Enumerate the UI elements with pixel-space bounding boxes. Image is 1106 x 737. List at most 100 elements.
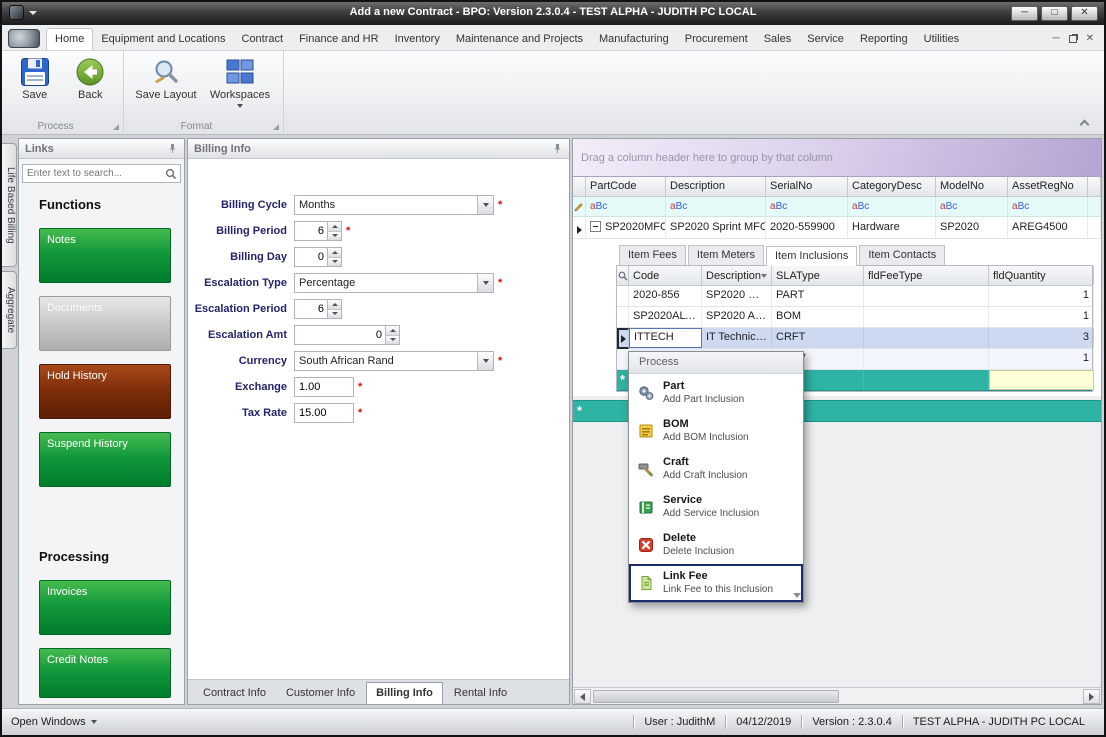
titlebar-caret-down-icon[interactable] xyxy=(29,10,37,15)
scroll-left-button[interactable] xyxy=(574,689,591,704)
master-row[interactable]: SP2020MFC SP2020 Sprint MFC 2020-559900 … xyxy=(573,217,1101,239)
cell-fldquantity[interactable]: 3 xyxy=(989,328,1094,348)
spinner-down-icon[interactable] xyxy=(386,335,399,344)
billing-period-stepper[interactable] xyxy=(294,221,342,241)
mdi-close-icon[interactable]: ✕ xyxy=(1086,34,1094,44)
back-button[interactable]: Back xyxy=(66,55,116,119)
cell-fldquantity[interactable]: 1 xyxy=(989,286,1094,306)
menu-item-craft[interactable]: Craft Add Craft Inclusion xyxy=(629,450,803,488)
menu-scroll-down-icon[interactable] xyxy=(793,593,801,598)
pin-icon[interactable] xyxy=(167,143,178,154)
filter-cell-categorydesc[interactable]: aBc xyxy=(848,197,936,216)
ribbon-tab-utilities[interactable]: Utilities xyxy=(916,29,967,50)
close-button[interactable]: ✕ xyxy=(1071,6,1098,21)
billing-period-input[interactable] xyxy=(295,222,327,240)
scrollbar-thumb[interactable] xyxy=(593,690,839,703)
ribbon-tab-procurement[interactable]: Procurement xyxy=(677,29,756,50)
escalation-amt-input[interactable] xyxy=(295,326,385,344)
cell-description[interactable]: SP2020 Drum xyxy=(702,286,772,306)
cell-modelno[interactable]: SP2020 xyxy=(936,217,1008,238)
spinner-down-icon[interactable] xyxy=(328,309,341,318)
cell-description[interactable]: SP2020 Sprint MFC xyxy=(666,217,766,238)
column-header-categorydesc[interactable]: CategoryDesc xyxy=(848,177,936,196)
ribbon-tab-home[interactable]: Home xyxy=(46,28,94,50)
filter-dropdown-icon[interactable] xyxy=(761,273,768,278)
menu-item-delete[interactable]: Delete Delete Inclusion xyxy=(629,526,803,564)
invoices-button[interactable]: Invoices xyxy=(39,580,171,635)
cell-fldfeetype[interactable] xyxy=(864,370,989,390)
column-header-code[interactable]: Code xyxy=(629,266,702,285)
column-header-fldfeetype[interactable]: fldFeeType xyxy=(864,266,989,285)
ribbon-tab-sales[interactable]: Sales xyxy=(756,29,800,50)
cell-fldquantity[interactable]: 1 xyxy=(989,307,1094,327)
group-by-panel[interactable]: Drag a column header here to group by th… xyxy=(573,139,1101,177)
cell-code-editing[interactable]: ITTECH xyxy=(629,328,702,348)
credit-notes-button[interactable]: Credit Notes xyxy=(39,648,171,698)
exchange-input[interactable] xyxy=(294,377,354,397)
tax-rate-input[interactable] xyxy=(294,403,354,423)
pin-icon[interactable] xyxy=(552,143,563,154)
cell-assetregno[interactable]: AREG4500 xyxy=(1008,217,1088,238)
column-header-assetregno[interactable]: AssetRegNo xyxy=(1008,177,1088,196)
cell-slatype[interactable]: CRFT xyxy=(772,328,864,348)
cell-fldquantity[interactable] xyxy=(989,370,1094,390)
save-button[interactable]: Save xyxy=(10,55,60,119)
tab-item-inclusions[interactable]: Item Inclusions xyxy=(765,246,858,266)
cell-slatype[interactable]: PART xyxy=(772,286,864,306)
mdi-minimize-icon[interactable]: ─ xyxy=(1053,34,1060,44)
ribbon-tab-reporting[interactable]: Reporting xyxy=(852,29,916,50)
column-header-modelno[interactable]: ModelNo xyxy=(936,177,1008,196)
collapse-detail-icon[interactable] xyxy=(590,221,601,232)
cell-fldfeetype[interactable] xyxy=(864,307,989,327)
column-header-slatype[interactable]: SLAType xyxy=(772,266,864,285)
hold-history-button[interactable]: Hold History xyxy=(39,364,171,419)
currency-dropdown-button[interactable] xyxy=(477,352,493,370)
cell-fldfeetype[interactable] xyxy=(864,286,989,306)
ribbon-tab-manufacturing[interactable]: Manufacturing xyxy=(591,29,677,50)
tab-contract-info[interactable]: Contract Info xyxy=(194,683,275,704)
menu-item-part[interactable]: Part Add Part Inclusion xyxy=(629,374,803,412)
billing-day-stepper[interactable] xyxy=(294,247,342,267)
filter-cell-modelno[interactable]: aBc xyxy=(936,197,1008,216)
sidetab-life-based-billing[interactable]: Life Based Billing xyxy=(2,143,17,267)
column-header-serialno[interactable]: SerialNo xyxy=(766,177,848,196)
documents-button[interactable]: Documents xyxy=(39,296,171,351)
spinner-up-icon[interactable] xyxy=(386,326,399,336)
spinner-down-icon[interactable] xyxy=(328,257,341,266)
column-header-partcode[interactable]: PartCode xyxy=(586,177,666,196)
spinner-down-icon[interactable] xyxy=(328,231,341,240)
escalation-period-input[interactable] xyxy=(295,300,327,318)
column-header-description[interactable]: Description xyxy=(666,177,766,196)
detail-row[interactable]: 2020-856 SP2020 Drum PART 1 xyxy=(617,286,1094,307)
column-header-fldquantity[interactable]: fldQuantity xyxy=(989,266,1094,285)
save-layout-button[interactable]: Save Layout xyxy=(132,55,200,119)
cell-serialno[interactable]: 2020-559900 xyxy=(766,217,848,238)
cell-description[interactable]: SP2020 Alternat... xyxy=(702,307,772,327)
search-icon[interactable] xyxy=(165,168,177,180)
filter-type-icon[interactable]: aBc xyxy=(770,201,787,212)
cell-categorydesc[interactable]: Hardware xyxy=(848,217,936,238)
ribbon-tab-service[interactable]: Service xyxy=(799,29,852,50)
escalation-type-dropdown-button[interactable] xyxy=(477,274,493,292)
ribbon-tab-maintenance-and-projects[interactable]: Maintenance and Projects xyxy=(448,29,591,50)
suspend-history-button[interactable]: Suspend History xyxy=(39,432,171,487)
escalation-period-stepper[interactable] xyxy=(294,299,342,319)
tab-billing-info[interactable]: Billing Info xyxy=(366,682,443,704)
detail-row-selected[interactable]: ITTECH IT Technician CRFT 3 xyxy=(617,328,1094,349)
cell-fldquantity[interactable]: 1 xyxy=(989,349,1094,369)
spinner-up-icon[interactable] xyxy=(328,248,341,258)
filter-cell-partcode[interactable]: aBc xyxy=(586,197,666,216)
cell-partcode[interactable]: SP2020MFC xyxy=(586,217,666,238)
tab-item-meters[interactable]: Item Meters xyxy=(687,245,764,265)
escalation-amt-stepper[interactable] xyxy=(294,325,400,345)
cell-code[interactable]: 2020-856 xyxy=(629,286,702,306)
process-dialog-launcher-icon[interactable] xyxy=(113,124,119,130)
ribbon-tab-finance-and-hr[interactable]: Finance and HR xyxy=(291,29,387,50)
sidetab-aggregate[interactable]: Aggregate xyxy=(2,271,17,349)
mdi-restore-icon[interactable] xyxy=(1068,35,1077,43)
filter-cell-description[interactable]: aBc xyxy=(666,197,766,216)
tab-rental-info[interactable]: Rental Info xyxy=(445,683,516,704)
currency-dropdown[interactable]: South African Rand xyxy=(294,351,494,371)
search-icon[interactable] xyxy=(618,271,628,281)
menu-item-bom[interactable]: BOM Add BOM Inclusion xyxy=(629,412,803,450)
